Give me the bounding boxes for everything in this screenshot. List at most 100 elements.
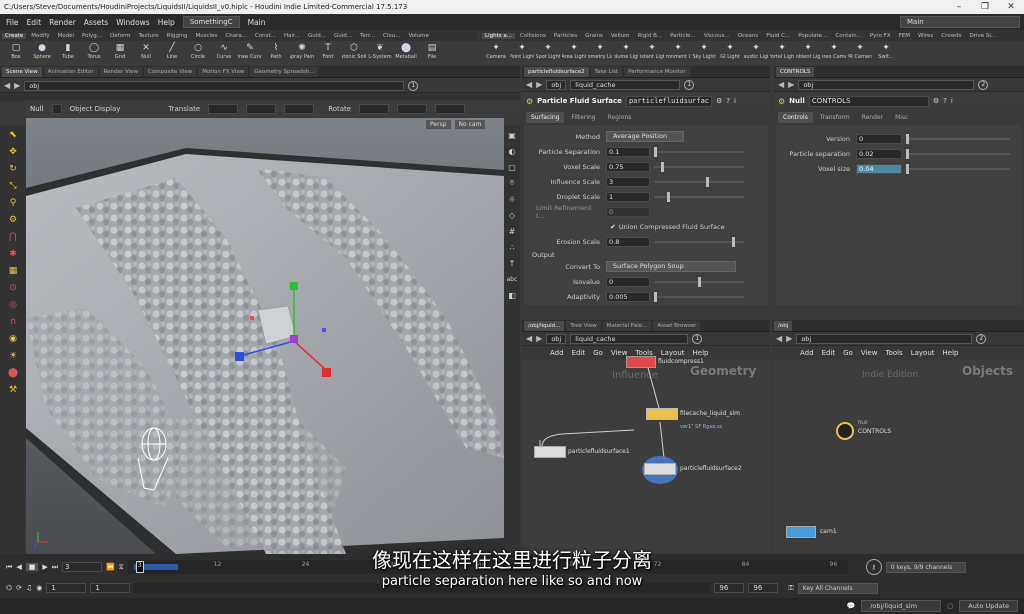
network-menu-item[interactable]: Go (843, 349, 853, 357)
pane-tab[interactable]: Geometry Spreadsh... (250, 67, 319, 77)
shelf-tool-0[interactable]: ▢ Box (4, 41, 28, 60)
help-icon[interactable]: ? (943, 97, 947, 105)
shelf-tool-14[interactable]: ❦ L-System (368, 41, 392, 60)
shelf-tab[interactable]: Muscles (192, 33, 220, 39)
shelf-tab[interactable]: Model (55, 33, 78, 39)
shelf-tab[interactable]: Drive Si... (966, 33, 999, 39)
shelf-tab[interactable]: Collisions (517, 33, 549, 39)
forward-arrow-icon[interactable]: ▶ (14, 81, 20, 90)
rotate-x[interactable] (359, 104, 390, 114)
pose-tool-icon[interactable]: ⚙ (7, 214, 19, 226)
erosion-scale-field[interactable]: 0.8 (606, 236, 650, 247)
pane-tab[interactable]: Tree View (566, 321, 601, 331)
subtab[interactable]: Transform (814, 112, 855, 123)
network-menu-item[interactable]: View (861, 349, 878, 357)
info-icon[interactable]: i (734, 97, 736, 105)
rotate-y[interactable] (397, 104, 428, 114)
rotate-tool-icon[interactable]: ↻ (7, 163, 19, 175)
shelf-tab[interactable]: Pyro FX (867, 33, 894, 39)
controls-param-field[interactable]: 0 (856, 133, 902, 144)
shelf-tab[interactable]: FEM (896, 33, 913, 39)
pane-tab[interactable]: /obj (774, 321, 793, 331)
subtab[interactable]: Surfacing (526, 112, 565, 123)
shelf-tool-2[interactable]: ▮ Tube (56, 41, 80, 60)
pfs2-node[interactable] (644, 463, 676, 475)
shelf-tab[interactable]: Oceans (735, 33, 761, 39)
limit-refinement-field[interactable]: 0 (606, 206, 650, 217)
controls-param-slider[interactable] (906, 163, 1010, 174)
shelf-tab[interactable]: Texture (136, 33, 162, 39)
node-name-field[interactable]: CONTROLS (808, 95, 929, 107)
convert-to-select[interactable]: Surface Polygon Soup (606, 261, 736, 272)
select-tool-icon[interactable]: ⬉ (7, 129, 19, 141)
forward-arrow-icon[interactable]: ▶ (536, 334, 542, 343)
pin-icon[interactable]: 1 (408, 80, 419, 91)
shelf-tab[interactable]: Particles (551, 33, 580, 39)
tools-icon[interactable]: ⚒ (7, 384, 19, 396)
pane-tab[interactable]: Animation Editor (43, 67, 98, 77)
shelf-tool-8[interactable]: ✦ Sky Light (692, 41, 716, 60)
shelf-tab[interactable]: Deform (107, 33, 133, 39)
fluidcompress-node[interactable] (626, 356, 656, 368)
param-field[interactable]: 0.1 (606, 146, 650, 157)
persp-menu[interactable]: Persp (426, 120, 451, 129)
shelf-tool-4[interactable]: ✦Geometry Light (588, 41, 612, 60)
pane-tab[interactable]: Performance Monitor (624, 67, 690, 77)
controls-node[interactable] (836, 422, 854, 440)
controls-path-root[interactable]: obj (798, 79, 975, 90)
back-arrow-icon[interactable]: ◀ (526, 334, 532, 343)
shelf-tool-3[interactable]: ◯ Torus (82, 41, 106, 60)
shelf-tool-9[interactable]: ✦ GI Light (718, 41, 742, 60)
network-right-canvas[interactable]: Indie Edition Objects Null CONTROLS cam1 (772, 360, 1024, 550)
param-slider[interactable] (654, 176, 744, 187)
shelf-tab[interactable]: Rigging (164, 33, 191, 39)
shelf-tab[interactable]: Create (2, 32, 27, 39)
erosion-scale-slider[interactable] (654, 236, 744, 247)
pin-icon[interactable]: 1 (692, 333, 703, 344)
network-menu-item[interactable]: Add (800, 349, 814, 357)
param-field[interactable]: 0.75 (606, 161, 650, 172)
network-menu-item[interactable]: Help (693, 349, 709, 357)
close-button[interactable]: ✕ (998, 2, 1024, 12)
move-tool-icon[interactable]: ✥ (7, 146, 19, 158)
viewport-path[interactable]: obj (24, 80, 405, 91)
pane-tab[interactable]: Scene View (2, 67, 42, 77)
shading-icon[interactable]: ◐ (507, 146, 517, 156)
adaptivity-slider[interactable] (654, 291, 744, 302)
shelf-tab[interactable]: Rigid B... (634, 33, 665, 39)
menu-edit[interactable]: Edit (27, 18, 42, 27)
controls-param-slider[interactable] (906, 148, 1010, 159)
shelf-tool-7[interactable]: ✦Environment Light (666, 41, 690, 60)
bg-icon[interactable]: ◧ (507, 290, 517, 300)
gear-menu-icon[interactable]: ⚙ (716, 97, 722, 105)
wireframe-icon[interactable]: ▢ (507, 162, 517, 172)
controls-param-field[interactable]: 0.02 (856, 148, 902, 159)
shelf-tab[interactable]: Guid... (331, 33, 355, 39)
menu-render[interactable]: Render (49, 18, 76, 27)
param-slider[interactable] (654, 146, 744, 157)
main-select[interactable]: Main (248, 18, 266, 27)
pin-icon[interactable]: 1 (684, 79, 695, 90)
subtab[interactable]: Misc (890, 112, 914, 123)
pane-tab[interactable]: particlefluidsurface2 (524, 67, 589, 77)
shelf-tab[interactable]: Terr... (357, 33, 378, 39)
cam-node[interactable] (786, 526, 816, 538)
shelf-tool-14[interactable]: ✦VR Camera (848, 41, 872, 60)
shelf-tab[interactable]: Modify (28, 33, 52, 39)
shelf-tool-13[interactable]: ⬡Platonic Solids (342, 41, 366, 60)
network-left-path-root[interactable]: obj (546, 333, 567, 344)
network-right-path-root[interactable]: obj (796, 333, 973, 344)
grid-display-icon[interactable]: # (507, 226, 517, 236)
network-menu-item[interactable]: View (611, 349, 628, 357)
shelf-tool-11[interactable]: ✺Spray Paint (290, 41, 314, 60)
isovalue-slider[interactable] (654, 276, 744, 287)
param-path-root[interactable]: obj (546, 79, 567, 90)
checkmark-icon[interactable]: ✔ (610, 223, 616, 231)
pin-icon[interactable]: 2 (978, 79, 989, 90)
desktop-main-select[interactable]: Main (900, 16, 1020, 28)
shelf-tab[interactable]: Contain... (832, 33, 864, 39)
pane-tab[interactable]: Asset Browser (653, 321, 701, 331)
geo-icon[interactable]: ◇ (507, 210, 517, 220)
menu-assets[interactable]: Assets (84, 18, 108, 27)
shelf-tool-10[interactable]: ⌇ Path (264, 41, 288, 60)
